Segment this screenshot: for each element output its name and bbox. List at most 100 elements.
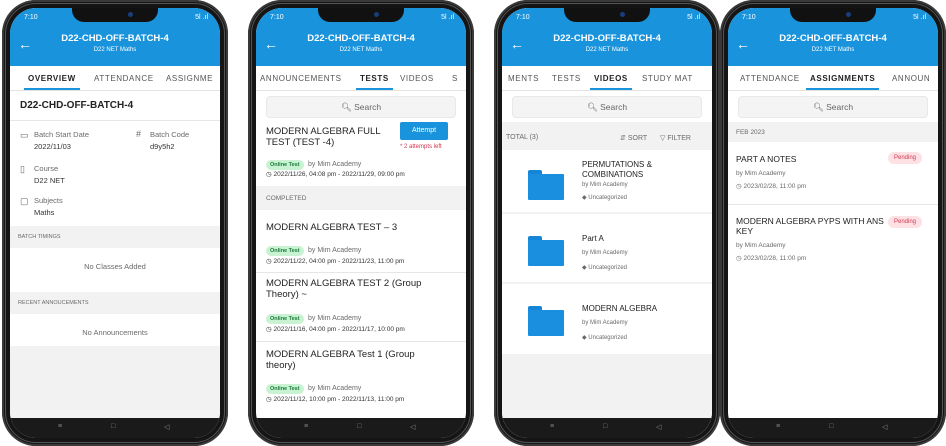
home-key-icon[interactable]: □ (603, 423, 607, 430)
status-badge: Pending (888, 152, 923, 164)
menu-key-icon[interactable]: ≡ (550, 423, 554, 430)
tab-attendance[interactable]: ATTENDANCE (94, 74, 154, 83)
tab-announcements[interactable]: ANNOUNCEMENTS (260, 74, 342, 83)
folder-author: by Mim Academy (582, 320, 628, 326)
tab-overview[interactable]: OVERVIEW (24, 74, 80, 90)
tab-announcements[interactable]: ANNOUN (892, 74, 930, 83)
search-icon: 🔍︎ (340, 102, 352, 112)
test-author: by Mim Academy (308, 315, 362, 322)
folder-item[interactable]: MODERN ALGEBRA by Mim Academy ◆ Uncatego… (502, 284, 712, 354)
online-test-pill: Online Test (266, 246, 304, 256)
folder-name: Part A (582, 234, 604, 243)
section-header: FEB 2023 (728, 122, 938, 142)
search-input[interactable]: 🔍︎ Search (738, 96, 928, 118)
tab-study-material[interactable]: STUDY MAT (642, 74, 693, 83)
test-title[interactable]: MODERN ALGEBRA FULL TEST (TEST -4) (266, 126, 394, 148)
assignment-item[interactable]: PART A NOTES Pending by Mim Academy ◷ 20… (728, 142, 938, 202)
total-count: TOTAL (3) (506, 134, 539, 141)
hash-icon: # (136, 129, 142, 139)
back-key-icon[interactable]: ◁ (410, 423, 415, 431)
tab-assignments[interactable]: ASSIGNMENTS (805, 74, 880, 90)
menu-key-icon[interactable]: ≡ (58, 423, 62, 430)
status-signal: 5l .ıl (913, 14, 926, 21)
clock-icon: ◷ (266, 171, 272, 178)
status-signal: 5l .ıl (195, 14, 208, 21)
folder-tag: Uncategorized (588, 335, 627, 341)
assignment-author: by Mim Academy (736, 242, 786, 249)
online-test-pill: Online Test (266, 384, 304, 394)
tab-videos[interactable]: VIDEOS (590, 74, 632, 90)
calendar-icon: ▭ (20, 130, 29, 140)
subject-icon: ▢ (20, 196, 29, 206)
tab-more[interactable]: S (452, 74, 458, 83)
test-time: 2022/11/16, 04:00 pm - 2022/11/17, 10:00… (273, 326, 405, 333)
status-badge: Pending (888, 216, 923, 228)
system-nav-bar: ≡ □ ◁ (502, 418, 712, 438)
app-bar: ← D22-CHD-OFF-BATCH-4 D22 NET Maths (502, 28, 712, 66)
search-placeholder: Search (600, 102, 628, 112)
folder-item[interactable]: Part A by Mim Academy ◆ Uncategorized (502, 214, 712, 282)
status-time: 7:10 (24, 14, 38, 21)
app-bar: ← D22-CHD-OFF-BATCH-4 D22 NET Maths (10, 28, 220, 66)
batch-timings-header: BATCH TIMINGS (18, 234, 61, 240)
test-author: by Mim Academy (308, 161, 362, 168)
tag-icon: ◆ (582, 335, 587, 341)
menu-key-icon[interactable]: ≡ (776, 423, 780, 430)
search-placeholder: Search (354, 102, 382, 112)
batch-title: D22-CHD-OFF-BATCH-4 (307, 33, 415, 44)
assignment-due: 2023/02/28, 11:00 pm (743, 255, 807, 262)
course-value: D22 NET (34, 176, 65, 185)
tab-bar: ATTENDANCE ASSIGNMENTS ANNOUN (728, 66, 938, 91)
no-classes-text: No Classes Added (84, 262, 146, 271)
section-header: BATCH TIMINGS (10, 226, 220, 248)
back-key-icon[interactable]: ◁ (164, 423, 169, 431)
search-placeholder: Search (826, 102, 854, 112)
folder-name: MODERN ALGEBRA (582, 304, 658, 313)
back-key-icon[interactable]: ◁ (882, 423, 887, 431)
folder-item[interactable]: PERMUTATIONS & COMBINATIONS by Mim Acade… (502, 150, 712, 212)
announcements-header: RECENT ANNOUCEMENTS (18, 300, 89, 306)
tab-bar: OVERVIEW ATTENDANCE ASSIGNME (10, 66, 220, 91)
assignment-item[interactable]: MODERN ALGEBRA PYPS WITH ANS KEY Pending… (728, 208, 938, 278)
tab-bar: ANNOUNCEMENTS TESTS VIDEOS S (256, 66, 466, 91)
section-header: COMPLETED (256, 186, 466, 210)
tab-tests[interactable]: TESTS (552, 74, 581, 83)
batch-subtitle: D22 NET Maths (93, 47, 137, 53)
start-date-value: 2022/11/03 (34, 142, 71, 151)
search-input[interactable]: 🔍︎ Search (512, 96, 702, 118)
tab-tests[interactable]: TESTS (356, 74, 393, 90)
attempt-button[interactable]: Attempt (400, 122, 448, 140)
assignment-title: MODERN ALGEBRA PYPS WITH ANS KEY (736, 216, 884, 236)
attempts-left: * 2 attempts left (400, 144, 442, 150)
home-key-icon[interactable]: □ (829, 423, 833, 430)
batch-code-value: d9y5h2 (150, 142, 175, 151)
completed-test-title[interactable]: MODERN ALGEBRA TEST – 3 (266, 222, 456, 233)
online-test-pill: Online Test (266, 160, 304, 170)
tab-bar: MENTS TESTS VIDEOS STUDY MAT (502, 66, 712, 91)
status-time: 7:10 (516, 14, 530, 21)
menu-key-icon[interactable]: ≡ (304, 423, 308, 430)
filter-button[interactable]: ▽ FILTER (660, 134, 691, 142)
tag-icon: ◆ (582, 265, 587, 271)
completed-test-title[interactable]: MODERN ALGEBRA Test 1 (Group theory) (266, 349, 446, 371)
back-key-icon[interactable]: ◁ (656, 423, 661, 431)
clock-icon: ◷ (736, 183, 742, 190)
tab-assignments[interactable]: ASSIGNME (166, 74, 213, 83)
home-key-icon[interactable]: □ (357, 423, 361, 430)
month-header: FEB 2023 (736, 129, 765, 136)
sort-icon: ⇵ (620, 135, 626, 142)
tab-attendance[interactable]: ATTENDANCE (740, 74, 800, 83)
clock-icon: ◷ (266, 396, 272, 403)
filter-icon: ▽ (660, 135, 666, 142)
search-input[interactable]: 🔍︎ Search (266, 96, 456, 118)
home-key-icon[interactable]: □ (111, 423, 115, 430)
app-bar: ← D22-CHD-OFF-BATCH-4 D22 NET Maths (728, 28, 938, 66)
completed-test-title[interactable]: MODERN ALGEBRA TEST 2 (Group Theory) ~ (266, 278, 446, 300)
book-icon: ▯ (20, 164, 25, 174)
clock-icon: ◷ (736, 255, 742, 262)
tab-announcements[interactable]: MENTS (508, 74, 539, 83)
sort-button[interactable]: ⇵ SORT (620, 134, 647, 142)
batch-subtitle: D22 NET Maths (339, 47, 383, 53)
tab-videos[interactable]: VIDEOS (400, 74, 434, 83)
assignment-author: by Mim Academy (736, 170, 786, 177)
